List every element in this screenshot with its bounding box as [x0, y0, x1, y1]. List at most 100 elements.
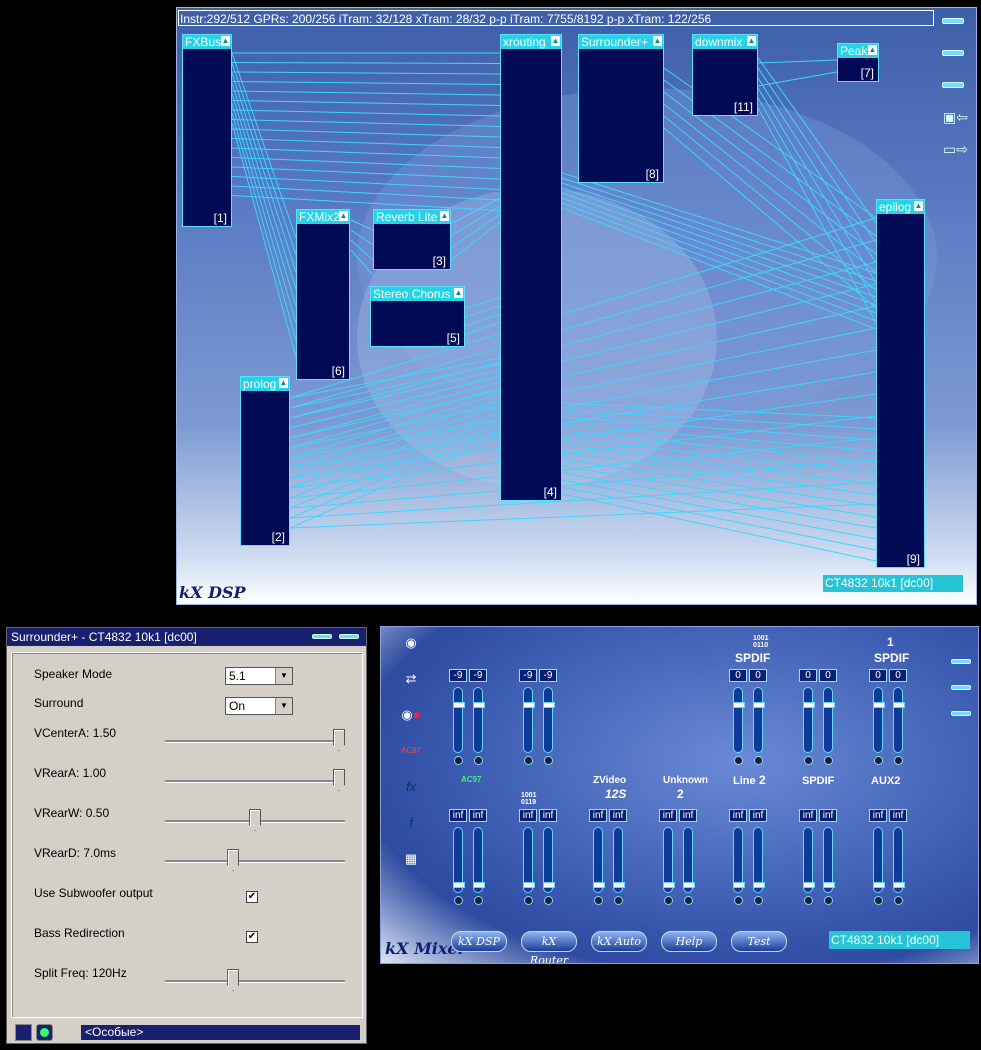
ac97-icon[interactable]: AC97 [397, 739, 425, 763]
volume-fader[interactable] [823, 687, 835, 753]
volume-fader[interactable] [823, 827, 835, 893]
link-icon[interactable] [894, 896, 903, 905]
plugin-fxbus[interactable]: FXBus ▲ [1] [182, 34, 232, 227]
mute-icon[interactable] [734, 756, 743, 765]
menu-icon[interactable] [951, 685, 971, 690]
vreara-slider-thumb[interactable] [333, 769, 345, 791]
speaker-icon[interactable]: ◉ [397, 631, 425, 655]
test-button[interactable]: Test [731, 931, 787, 952]
volume-fader[interactable] [453, 827, 465, 893]
volume-fader[interactable] [613, 827, 625, 893]
mute-icon[interactable] [454, 896, 463, 905]
fader-knob[interactable] [893, 882, 905, 888]
link-icon[interactable] [614, 896, 623, 905]
mute-icon[interactable] [874, 756, 883, 765]
volume-fader[interactable] [803, 687, 815, 753]
fader-knob[interactable] [523, 702, 535, 708]
plugin-surrounder[interactable]: Surrounder+ ▲ [8] [578, 34, 664, 183]
fader-knob[interactable] [453, 882, 465, 888]
volume-fader[interactable] [803, 827, 815, 893]
mute-icon[interactable] [594, 896, 603, 905]
link-icon[interactable] [894, 756, 903, 765]
link-icon[interactable] [824, 756, 833, 765]
volume-fader[interactable] [473, 827, 485, 893]
volume-fader[interactable] [873, 827, 885, 893]
link-icon[interactable] [754, 896, 763, 905]
plugin-reverb-lite[interactable]: Reverb Lite ▲ [3] [373, 209, 451, 270]
menu-icon[interactable] [942, 18, 964, 24]
record-icon[interactable]: ◉● [397, 703, 425, 727]
volume-fader[interactable] [733, 827, 745, 893]
fader-knob[interactable] [873, 882, 885, 888]
surround-select[interactable]: On ▼ [225, 697, 293, 715]
mute-icon[interactable] [664, 896, 673, 905]
vreard-slider-thumb[interactable] [227, 849, 240, 871]
volume-fader[interactable] [523, 827, 535, 893]
vrearw-slider[interactable] [165, 809, 345, 831]
fader-knob[interactable] [613, 882, 625, 888]
status-led-icon[interactable] [36, 1024, 53, 1041]
bass-redirection-checkbox[interactable]: ✔ [246, 931, 258, 943]
split-freq-slider-thumb[interactable] [227, 969, 240, 991]
plugin-stereo-chorus[interactable]: Stereo Chorus ▲ [5] [370, 286, 465, 347]
fader-knob[interactable] [803, 702, 815, 708]
link-icon[interactable] [544, 896, 553, 905]
menu-icon[interactable] [339, 634, 359, 639]
fx-icon[interactable]: fx [397, 775, 425, 799]
menu-icon[interactable] [942, 82, 964, 88]
vrearw-slider-thumb[interactable] [249, 809, 261, 831]
function-icon[interactable]: f [397, 811, 425, 835]
mute-icon[interactable] [454, 756, 463, 765]
plugin-downmix[interactable]: downmix ▲ [11] [692, 34, 758, 116]
vcenter-slider-thumb[interactable] [333, 729, 345, 751]
volume-fader[interactable] [663, 827, 675, 893]
menu-icon[interactable] [942, 50, 964, 56]
save-icon[interactable]: ▣⇦ [943, 110, 968, 124]
link-icon[interactable] [474, 756, 483, 765]
volume-fader[interactable] [733, 687, 745, 753]
mute-icon[interactable] [804, 896, 813, 905]
collapse-icon[interactable]: ▲ [440, 211, 449, 221]
menu-icon[interactable] [951, 711, 971, 716]
kx-auto-button[interactable]: kX Auto [591, 931, 647, 952]
fader-knob[interactable] [473, 882, 485, 888]
volume-fader[interactable] [523, 687, 535, 753]
volume-fader[interactable] [753, 827, 765, 893]
mixer-settings-icon[interactable] [15, 1024, 32, 1041]
plugin-fxmix2[interactable]: FXMix2 ▲ [6] [296, 209, 350, 380]
mute-icon[interactable] [734, 896, 743, 905]
fader-knob[interactable] [733, 702, 745, 708]
split-freq-slider[interactable] [165, 969, 345, 991]
volume-fader[interactable] [453, 687, 465, 753]
link-icon[interactable] [684, 896, 693, 905]
eq-icon[interactable]: ▦ [397, 847, 425, 871]
volume-fader[interactable] [893, 827, 905, 893]
volume-fader[interactable] [473, 687, 485, 753]
volume-fader[interactable] [593, 827, 605, 893]
plugin-epilog[interactable]: epilog ▲ [9] [876, 199, 925, 568]
volume-fader[interactable] [543, 687, 555, 753]
collapse-icon[interactable]: ▲ [653, 36, 662, 46]
mute-icon[interactable] [524, 896, 533, 905]
card-router-icon[interactable]: ⇄ [397, 667, 425, 691]
plugin-peak[interactable]: Peak ▲ [7] [837, 43, 879, 82]
kx-dsp-button[interactable]: kX DSP [451, 931, 507, 952]
fader-knob[interactable] [543, 702, 555, 708]
kx-router-button[interactable]: kX Router [521, 931, 577, 963]
collapse-icon[interactable]: ▲ [221, 36, 230, 46]
collapse-icon[interactable]: ▲ [339, 211, 348, 221]
plugin-prolog[interactable]: prolog ▲ [2] [240, 376, 290, 546]
chevron-down-icon[interactable]: ▼ [275, 698, 292, 714]
volume-fader[interactable] [753, 687, 765, 753]
mute-icon[interactable] [874, 896, 883, 905]
fader-knob[interactable] [753, 882, 765, 888]
fader-knob[interactable] [523, 882, 535, 888]
link-icon[interactable] [474, 896, 483, 905]
vreara-slider[interactable] [165, 769, 345, 791]
collapse-icon[interactable]: ▲ [454, 288, 463, 298]
volume-fader[interactable] [873, 687, 885, 753]
collapse-icon[interactable]: ▲ [551, 36, 560, 46]
menu-icon[interactable] [312, 634, 332, 639]
fader-knob[interactable] [593, 882, 605, 888]
collapse-icon[interactable]: ▲ [747, 36, 756, 46]
